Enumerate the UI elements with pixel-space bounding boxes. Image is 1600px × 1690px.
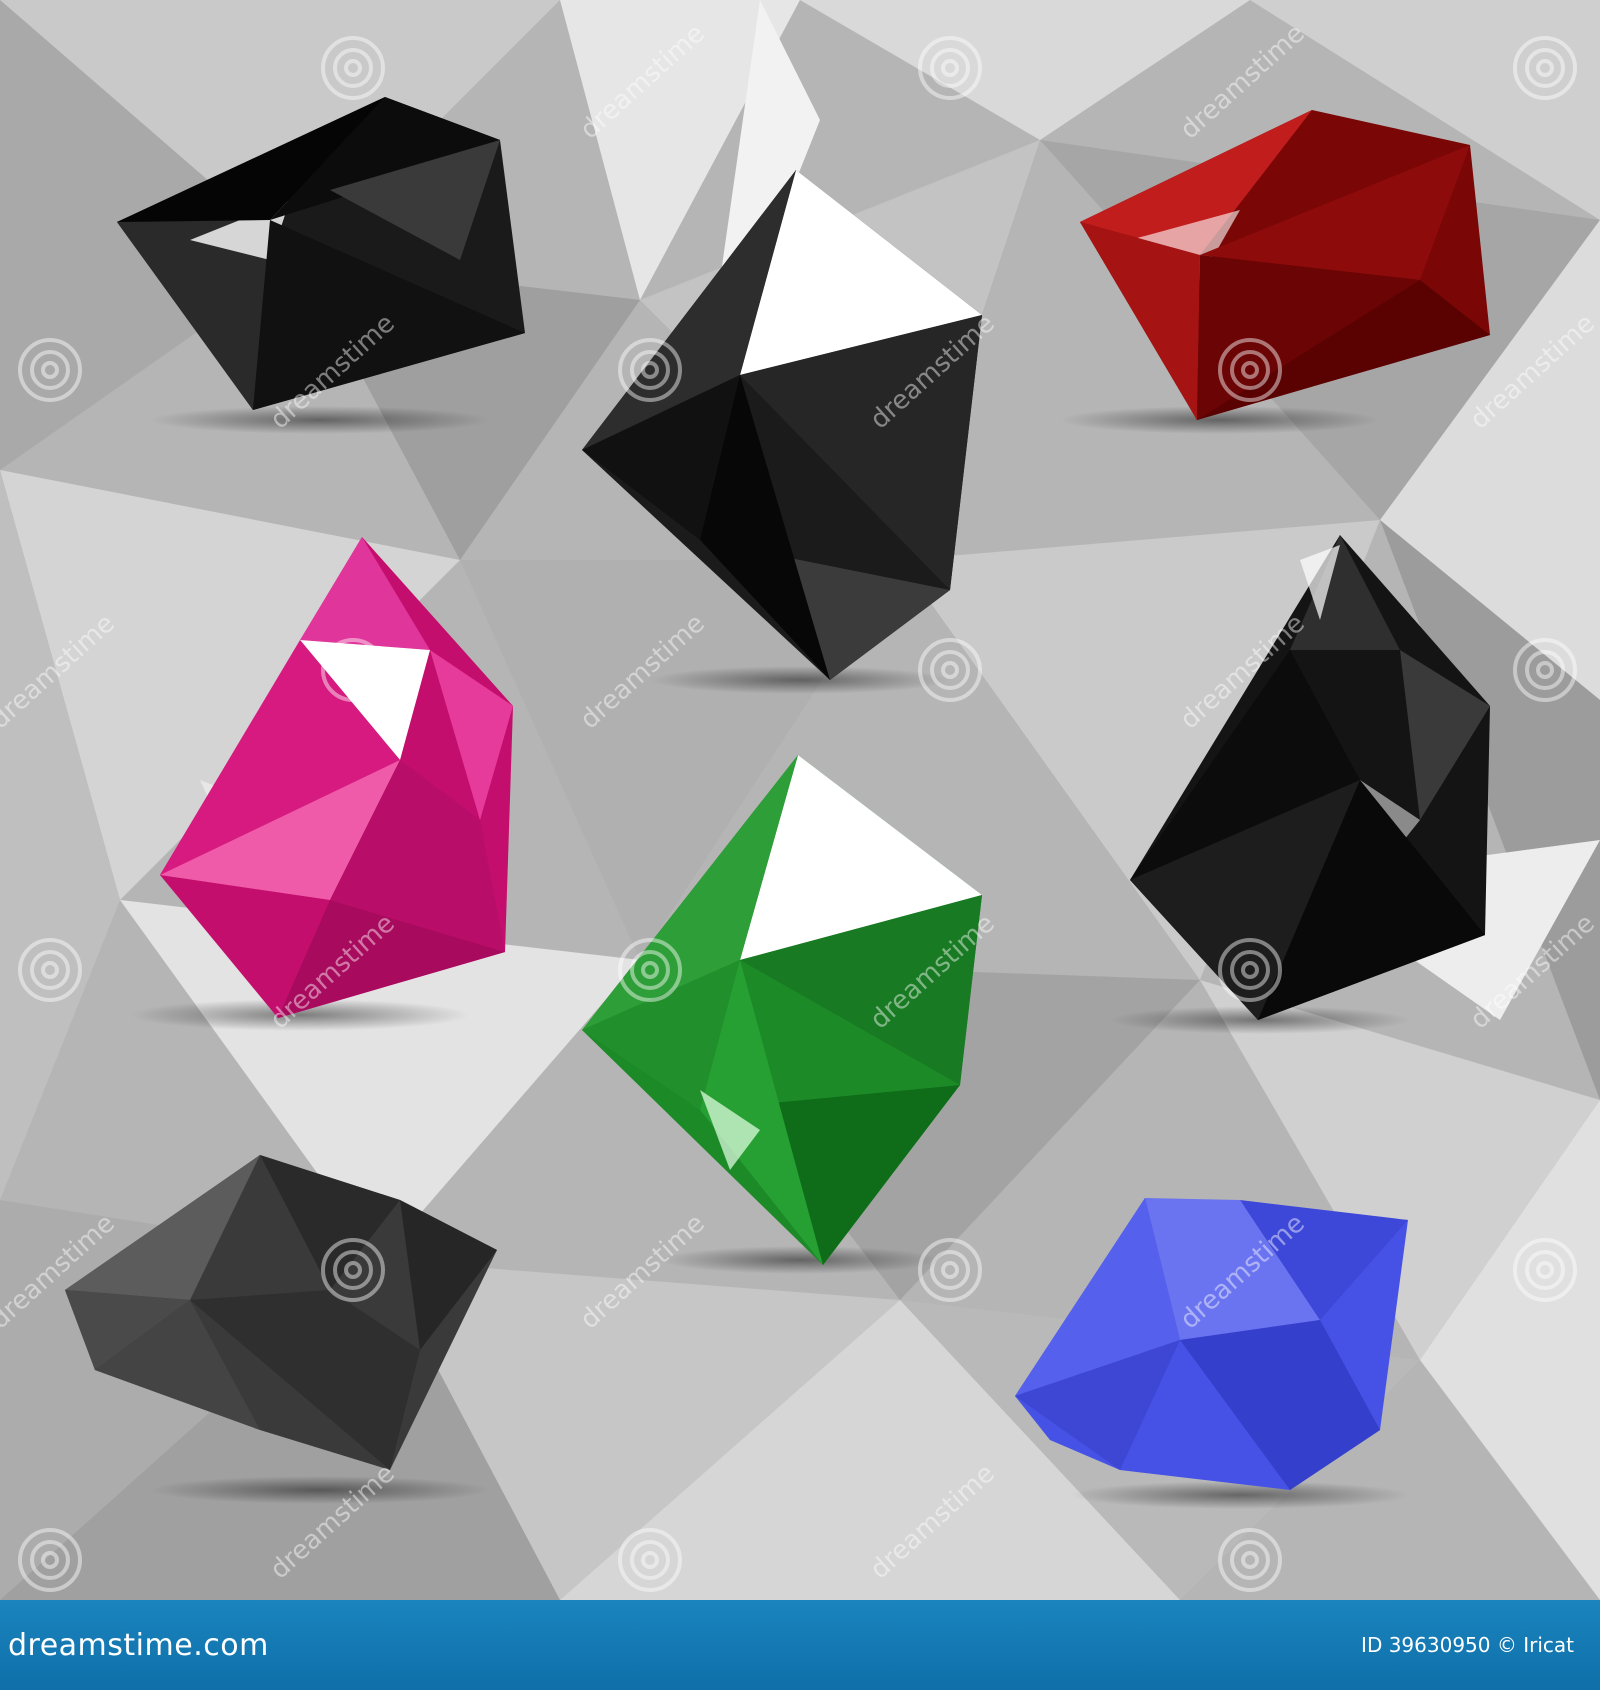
footer-brand: dreamstime.com: [8, 1627, 269, 1663]
image-id-label: ID 39630950 © Iricat: [1361, 1633, 1574, 1657]
gem-artwork: dreamstime dreamstime dreamstime dreamst…: [0, 0, 1600, 1600]
stock-image-frame: dreamstime dreamstime dreamstime dreamst…: [0, 0, 1600, 1690]
footer-bar: dreamstime.com ID 39630950 © Iricat: [0, 1600, 1600, 1690]
